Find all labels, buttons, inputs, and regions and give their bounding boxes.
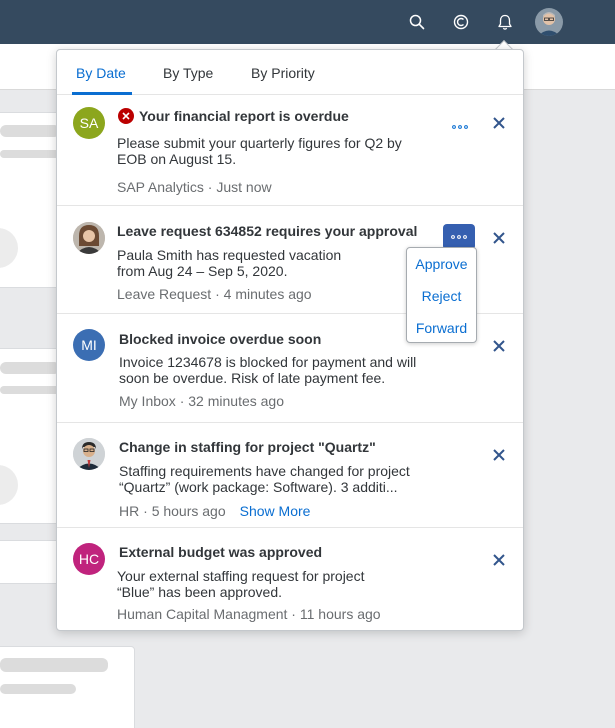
forward-menu-item[interactable]: Forward bbox=[407, 312, 476, 344]
notification-meta: My Inbox · 32 minutes ago bbox=[119, 393, 284, 409]
tab-bar: By Date By Type By Priority bbox=[57, 50, 523, 95]
notification-item[interactable]: HC External budget was approved Your ext… bbox=[57, 528, 523, 630]
tab-by-type[interactable]: By Type bbox=[163, 65, 213, 81]
notification-description: Paula Smith has requested vacation from … bbox=[117, 247, 342, 279]
avatar bbox=[73, 222, 105, 254]
placeholder-line bbox=[0, 125, 60, 137]
user-avatar[interactable] bbox=[535, 8, 563, 36]
notification-time: 5 hours ago bbox=[151, 503, 226, 519]
avatar: HC bbox=[73, 543, 105, 575]
placeholder-line bbox=[0, 150, 60, 158]
bell-icon[interactable] bbox=[494, 11, 516, 33]
close-icon[interactable] bbox=[491, 552, 507, 568]
notification-source: SAP Analytics bbox=[117, 179, 204, 195]
placeholder-line bbox=[0, 684, 76, 694]
search-icon[interactable] bbox=[406, 11, 428, 33]
notification-time: Just now bbox=[216, 179, 272, 195]
notification-title: External budget was approved bbox=[119, 544, 323, 560]
close-icon[interactable] bbox=[491, 447, 507, 463]
reject-menu-item[interactable]: Reject bbox=[407, 280, 476, 312]
notification-item[interactable]: Change in staffing for project "Quartz" … bbox=[57, 423, 523, 528]
avatar: MI bbox=[73, 329, 105, 361]
notification-title: Leave request 634852 requires your appro… bbox=[117, 223, 418, 239]
placeholder-line bbox=[0, 386, 60, 394]
notification-description: Invoice 1234678 is blocked for payment a… bbox=[119, 354, 417, 386]
notification-meta: Human Capital Managment · 11 hours ago bbox=[117, 606, 381, 622]
tab-by-date[interactable]: By Date bbox=[76, 65, 126, 81]
shell-bar bbox=[0, 0, 615, 44]
notification-source: Human Capital Managment bbox=[117, 606, 288, 622]
close-icon[interactable] bbox=[491, 338, 507, 354]
action-menu: Approve Reject Forward bbox=[406, 247, 477, 343]
tab-by-priority[interactable]: By Priority bbox=[251, 65, 315, 81]
notification-title: Your financial report is overdue bbox=[139, 108, 349, 124]
notification-description: Please submit your quarterly figures for… bbox=[117, 135, 402, 167]
notification-meta: HR · 5 hours ago Show More bbox=[119, 503, 311, 519]
notification-time: 11 hours ago bbox=[299, 606, 381, 622]
approve-menu-item[interactable]: Approve bbox=[407, 248, 476, 280]
notification-source: HR bbox=[119, 503, 140, 519]
notification-title: Blocked invoice overdue soon bbox=[119, 331, 322, 347]
placeholder-line bbox=[0, 362, 60, 374]
notification-title: Change in staffing for project "Quartz" bbox=[119, 439, 376, 455]
show-more-link[interactable]: Show More bbox=[240, 503, 311, 519]
notification-time: 4 minutes ago bbox=[223, 286, 312, 302]
close-icon[interactable] bbox=[491, 115, 507, 131]
close-icon[interactable] bbox=[491, 230, 507, 246]
avatar: SA bbox=[73, 107, 105, 139]
placeholder-line bbox=[0, 658, 108, 672]
notification-description: Staffing requirements have changed for p… bbox=[119, 463, 410, 495]
error-icon bbox=[118, 108, 134, 124]
notification-description: Your external staffing request for proje… bbox=[117, 568, 365, 600]
copilot-icon[interactable] bbox=[450, 11, 472, 33]
notification-source: Leave Request bbox=[117, 286, 212, 302]
notification-time: 32 minutes ago bbox=[188, 393, 284, 409]
notification-item[interactable]: SA Your financial report is overdue Plea… bbox=[57, 95, 523, 206]
notification-meta: SAP Analytics · Just now bbox=[117, 179, 272, 195]
more-actions-button[interactable] bbox=[444, 114, 476, 140]
avatar bbox=[73, 438, 105, 470]
notification-source: My Inbox bbox=[119, 393, 176, 409]
notification-meta: Leave Request · 4 minutes ago bbox=[117, 286, 312, 302]
